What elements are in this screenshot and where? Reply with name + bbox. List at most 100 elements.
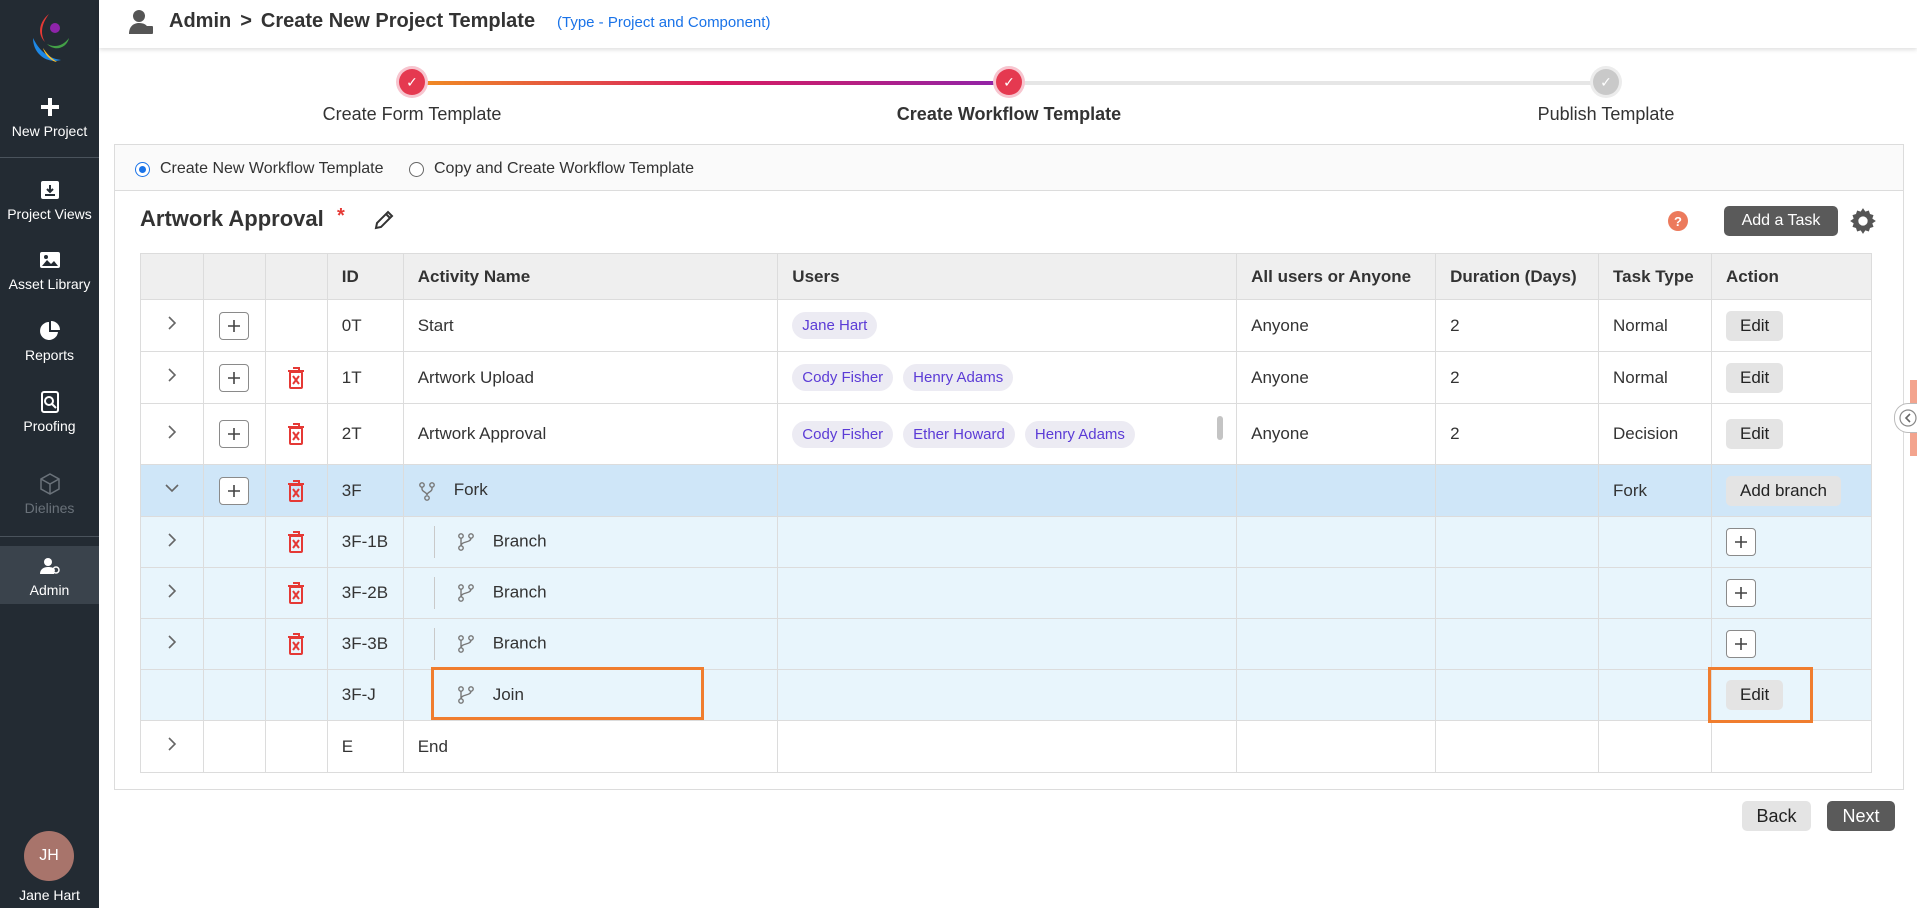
all-or-anyone bbox=[1236, 720, 1437, 773]
template-option-row: Create New Workflow Template Copy and Cr… bbox=[115, 145, 1903, 191]
radio-create-new[interactable]: Create New Workflow Template bbox=[135, 160, 384, 178]
header-task-type: Task Type bbox=[1598, 253, 1712, 300]
table-row: 0T Start Jane Hart Anyone 2 Normal Edit bbox=[140, 299, 1873, 352]
task-id: 3F-2B bbox=[326, 567, 404, 619]
sidebar-item-asset-library[interactable]: Asset Library bbox=[0, 248, 99, 292]
user-chip[interactable]: Jane Hart bbox=[792, 312, 878, 339]
all-or-anyone: Anyone bbox=[1236, 299, 1437, 352]
table-row: E End bbox=[140, 720, 1873, 773]
add-task-below-button[interactable] bbox=[219, 420, 250, 448]
header-add bbox=[202, 253, 266, 300]
add-branch-button[interactable]: Add branch bbox=[1725, 475, 1841, 506]
header-all-or-anyone: All users or Anyone bbox=[1236, 253, 1437, 300]
edit-button[interactable]: Edit bbox=[1725, 419, 1784, 449]
add-task-below-button[interactable] bbox=[219, 311, 250, 340]
edit-button[interactable]: Edit bbox=[1725, 362, 1784, 393]
edit-button[interactable]: Edit bbox=[1725, 310, 1784, 341]
header-users: Users bbox=[777, 253, 1238, 300]
task-id: 2T bbox=[326, 403, 404, 465]
highlight-join-edit bbox=[1708, 667, 1813, 723]
chevron-right-icon[interactable] bbox=[163, 735, 181, 753]
app-logo[interactable] bbox=[25, 8, 73, 70]
all-or-anyone: Anyone bbox=[1236, 351, 1437, 404]
plus-icon bbox=[228, 484, 241, 497]
user-chip[interactable]: Ether Howard bbox=[903, 420, 1015, 448]
fork-icon bbox=[418, 481, 435, 501]
chevron-down-icon[interactable] bbox=[163, 479, 181, 497]
trash-icon[interactable] bbox=[287, 531, 305, 553]
activity-name: Fork bbox=[453, 480, 488, 500]
step-label-publish[interactable]: Publish Template bbox=[1538, 104, 1675, 125]
sidebar-item-reports[interactable]: Reports bbox=[0, 319, 99, 363]
step-current-check-icon: ✓ bbox=[996, 69, 1022, 95]
admin-user-icon bbox=[39, 558, 60, 574]
user-chip[interactable]: Cody Fisher bbox=[792, 364, 894, 391]
archive-icon bbox=[40, 181, 59, 199]
plus-icon bbox=[1734, 638, 1747, 650]
radio-copy-create[interactable]: Copy and Create Workflow Template bbox=[409, 160, 694, 178]
chevron-right-icon[interactable] bbox=[163, 314, 181, 332]
sidebar-item-project-views[interactable]: Project Views bbox=[0, 178, 99, 222]
add-branch-task-button[interactable] bbox=[1725, 579, 1756, 607]
activity-cell: Fork bbox=[402, 464, 779, 517]
add-branch-task-button[interactable] bbox=[1725, 528, 1756, 556]
plus-icon bbox=[1734, 536, 1747, 548]
sidebar-item-admin[interactable]: Admin bbox=[0, 546, 99, 604]
chevron-right-icon[interactable] bbox=[163, 582, 181, 600]
breadcrumb-admin[interactable]: Admin bbox=[169, 10, 231, 32]
users-cell bbox=[777, 516, 1238, 568]
user-chip[interactable]: Henry Adams bbox=[903, 364, 1014, 391]
plus-icon bbox=[1734, 587, 1747, 599]
step-label-form[interactable]: Create Form Template bbox=[323, 104, 502, 125]
empty-cell bbox=[202, 567, 266, 619]
table-row-branch: 3F-2B Branch bbox=[140, 567, 1873, 619]
activity-name: Branch bbox=[492, 582, 547, 602]
table-row-branch: 3F-3B Branch bbox=[140, 618, 1873, 670]
proof-search-icon bbox=[40, 391, 59, 413]
avatar[interactable]: JH bbox=[24, 831, 74, 881]
all-or-anyone: Anyone bbox=[1236, 403, 1437, 465]
trash-icon[interactable] bbox=[287, 366, 305, 389]
add-task-below-button[interactable] bbox=[219, 363, 250, 392]
empty-cell bbox=[202, 618, 266, 670]
pencil-icon[interactable] bbox=[372, 208, 396, 232]
plus-icon bbox=[228, 319, 241, 332]
add-task-button[interactable]: Add a Task bbox=[1724, 206, 1838, 236]
help-icon[interactable]: ? bbox=[1668, 211, 1688, 231]
breadcrumb: Admin > Create New Project Template bbox=[169, 10, 535, 33]
user-chip[interactable]: Cody Fisher bbox=[792, 420, 894, 448]
sidebar-item-new-project[interactable]: New Project bbox=[0, 95, 99, 139]
chevron-right-icon[interactable] bbox=[163, 423, 181, 441]
step-pending-check-icon: ✓ bbox=[1593, 69, 1619, 95]
radio-unselected-icon bbox=[409, 161, 424, 177]
chevron-right-icon[interactable] bbox=[163, 366, 181, 384]
task-id: 3F-1B bbox=[326, 516, 404, 568]
trash-icon[interactable] bbox=[287, 633, 305, 655]
sidebar-item-proofing[interactable]: Proofing bbox=[0, 390, 99, 434]
add-task-below-button[interactable] bbox=[219, 476, 250, 505]
trash-icon[interactable] bbox=[287, 423, 305, 445]
indent-bar bbox=[433, 577, 435, 609]
header-activity-name: Activity Name bbox=[402, 253, 779, 300]
next-button[interactable]: Next bbox=[1827, 801, 1895, 831]
header-duration: Duration (Days) bbox=[1435, 253, 1600, 300]
table-row-fork: 3F Fork Fork Add branch bbox=[140, 464, 1873, 517]
users-scrollbar[interactable] bbox=[1217, 416, 1223, 440]
indent-bar bbox=[433, 526, 435, 558]
all-or-anyone bbox=[1236, 618, 1437, 670]
empty-cell bbox=[202, 720, 266, 773]
back-button[interactable]: Back bbox=[1742, 801, 1811, 831]
highlight-join-activity bbox=[431, 667, 704, 720]
gear-icon[interactable] bbox=[1849, 207, 1877, 235]
trash-icon[interactable] bbox=[287, 582, 305, 604]
chevron-right-icon[interactable] bbox=[163, 531, 181, 549]
task-id: 1T bbox=[326, 351, 404, 404]
sidebar-item-label: Asset Library bbox=[8, 276, 91, 292]
chevron-right-icon[interactable] bbox=[163, 633, 181, 651]
step-label-workflow[interactable]: Create Workflow Template bbox=[897, 104, 1121, 125]
side-panel-toggle[interactable] bbox=[1894, 403, 1917, 433]
add-branch-task-button[interactable] bbox=[1725, 630, 1756, 658]
trash-icon[interactable] bbox=[287, 479, 305, 502]
user-chip[interactable]: Henry Adams bbox=[1024, 420, 1135, 448]
branch-icon bbox=[457, 533, 474, 551]
